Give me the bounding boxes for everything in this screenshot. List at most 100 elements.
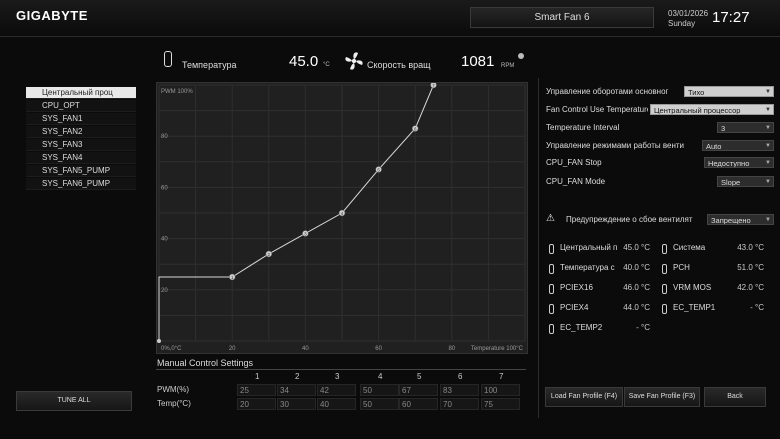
fan-item[interactable]: CPU_OPT (26, 100, 136, 112)
setting-value: Центральный процессор (654, 106, 741, 115)
y-tick-label: 80 (161, 134, 168, 140)
fan-curve-graph[interactable]: PWM 100% Temperature 100°C 0%,0°C 80 60 40 20 2… (156, 81, 528, 354)
setting-value: 3 (721, 124, 726, 133)
fan-fail-warning-value: Запрещено (711, 216, 751, 225)
temp-input[interactable]: 70 (440, 398, 479, 410)
y-tick-label: 40 (161, 237, 168, 243)
pwm-input[interactable]: 83 (440, 384, 479, 396)
temperature-label: Температура (182, 60, 237, 70)
save-fan-profile-button[interactable]: Save Fan Profile (F3) (624, 387, 700, 407)
chevron-down-icon: ▼ (765, 143, 771, 149)
chevron-down-icon: ▼ (765, 107, 771, 113)
column-header: 2 (295, 372, 300, 381)
fan-icon (345, 52, 363, 70)
curve-origin-point (157, 339, 161, 343)
clock: 17:27 (712, 9, 750, 26)
pwm-input[interactable]: 42 (317, 384, 356, 396)
temp-input[interactable]: 75 (481, 398, 520, 410)
pwm-input[interactable]: 100 (481, 384, 520, 396)
warning-icon: ⚠ (546, 213, 555, 224)
temperature-unit: °C (323, 62, 330, 68)
temp-value: 45.0 °C (623, 243, 650, 252)
column-header: 6 (458, 372, 463, 381)
column-header: 7 (499, 372, 504, 381)
thermometer-icon (662, 264, 667, 274)
temp-value: 46.0 °C (623, 283, 650, 292)
setting-label: CPU_FAN Stop (546, 158, 602, 167)
temp-input[interactable]: 20 (237, 398, 276, 410)
column-header: 1 (255, 372, 260, 381)
temp-value: 51.0 °C (737, 263, 764, 272)
thermometer-icon (662, 244, 667, 254)
temp-value: - °C (636, 323, 650, 332)
setting-select[interactable]: 3 ▼ (717, 122, 774, 133)
pwm-input[interactable]: 34 (277, 384, 316, 396)
page-title: Smart Fan 6 (470, 7, 654, 28)
load-fan-profile-button[interactable]: Load Fan Profile (F4) (545, 387, 623, 407)
fan-item[interactable]: SYS_FAN6_PUMP (26, 178, 136, 190)
x-tick-label: 60 (375, 346, 382, 352)
fan-fail-warning-select[interactable]: Запрещено ▼ (707, 214, 774, 225)
setting-label: CPU_FAN Mode (546, 177, 606, 186)
y-tick-label: 20 (161, 288, 168, 294)
temp-input[interactable]: 40 (317, 398, 356, 410)
setting-label: Fan Control Use Temperature Input (546, 105, 648, 114)
fan-item[interactable]: Центральный проц (26, 87, 136, 99)
temp-value: 44.0 °C (623, 303, 650, 312)
y-axis-title: PWM 100% (161, 89, 193, 95)
pwm-input[interactable]: 50 (360, 384, 399, 396)
fan-item[interactable]: SYS_FAN2 (26, 126, 136, 138)
fan-item[interactable]: SYS_FAN4 (26, 152, 136, 164)
fan-speed-unit: RPM (501, 63, 515, 69)
temp-input[interactable]: 50 (360, 398, 399, 410)
thermometer-icon (662, 304, 667, 314)
fan-speed-label: Скорость вращ (367, 60, 431, 70)
thermometer-icon (164, 51, 172, 67)
manual-control-title: Manual Control Settings (157, 358, 254, 368)
origin-label: 0%,0°C (161, 346, 182, 352)
fan-fail-warning-label: Предупреждение о сбое вентилят (566, 215, 693, 224)
pwm-row-label: PWM(%) (157, 385, 189, 394)
x-tick-label: 40 (302, 346, 309, 352)
divider (156, 369, 526, 370)
temp-input[interactable]: 30 (277, 398, 316, 410)
column-header: 4 (378, 372, 383, 381)
thermometer-icon (549, 264, 554, 274)
setting-select[interactable]: Slope ▼ (717, 176, 774, 187)
setting-label: Управление оборотами основног (546, 87, 669, 96)
y-tick-label: 60 (161, 185, 168, 191)
temp-value: 40.0 °C (623, 263, 650, 272)
thermometer-icon (662, 284, 667, 294)
fan-item[interactable]: SYS_FAN3 (26, 139, 136, 151)
temp-input[interactable]: 60 (399, 398, 438, 410)
tune-all-button[interactable]: TUNE ALL (16, 391, 132, 411)
brand-logo: GIGABYTE (16, 8, 88, 23)
temp-value: 43.0 °C (737, 243, 764, 252)
thermometer-icon (549, 324, 554, 334)
setting-select[interactable]: Недоступно ▼ (704, 157, 774, 168)
thermometer-icon (549, 304, 554, 314)
back-button[interactable]: Back (704, 387, 766, 407)
setting-value: Недоступно (708, 159, 750, 168)
pwm-input[interactable]: 67 (399, 384, 438, 396)
fan-item[interactable]: SYS_FAN5_PUMP (26, 165, 136, 177)
pwm-input[interactable]: 25 (237, 384, 276, 396)
column-header: 3 (335, 372, 340, 381)
fan-curve-svg[interactable]: PWM 100% Temperature 100°C 0%,0°C 80 60 40 20 2… (157, 81, 527, 353)
temp-row-label: Temp(°C) (157, 399, 191, 408)
setting-select[interactable]: Тихо ▼ (684, 86, 774, 97)
thermometer-icon (549, 284, 554, 294)
chevron-down-icon: ▼ (765, 179, 771, 185)
temp-value: 42.0 °C (737, 283, 764, 292)
setting-select[interactable]: Auto ▼ (702, 140, 774, 151)
chevron-down-icon: ▼ (765, 160, 771, 166)
fan-item[interactable]: SYS_FAN1 (26, 113, 136, 125)
temp-value: - °C (750, 303, 764, 312)
day-text: Sunday (668, 19, 696, 28)
date-display: 03/01/2026 Sunday (668, 9, 708, 29)
x-tick-label: 20 (229, 346, 236, 352)
setting-value: Auto (706, 142, 722, 151)
chevron-down-icon: ▼ (765, 217, 771, 223)
setting-select[interactable]: Центральный процессор ▼ (650, 104, 774, 115)
setting-label: Temperature Interval (546, 123, 620, 132)
